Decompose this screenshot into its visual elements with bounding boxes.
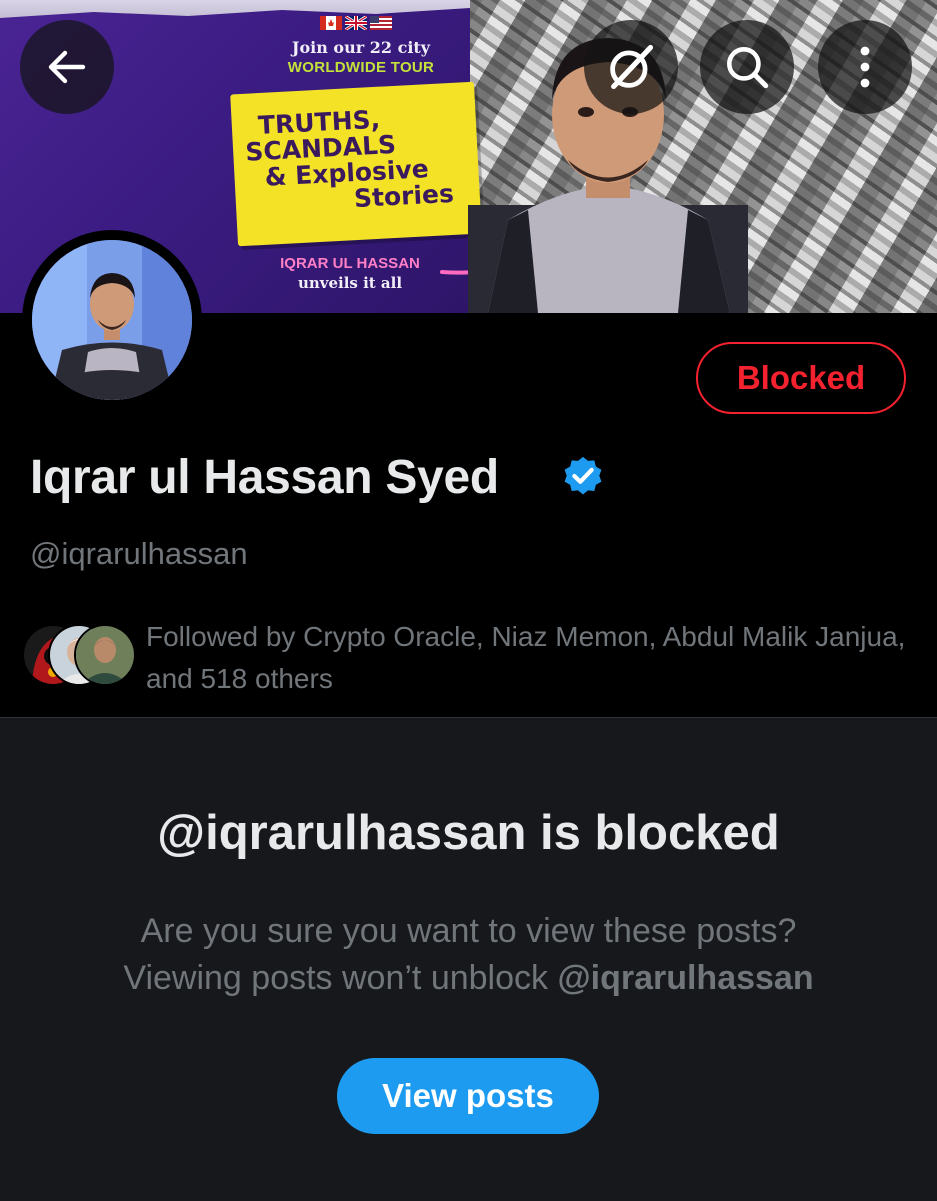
search-icon [727,47,769,89]
follower-avatar [74,624,136,686]
view-posts-button[interactable]: View posts [337,1058,599,1134]
usa-flag-icon [370,16,392,30]
more-options-button[interactable] [818,20,912,114]
more-vertical-icon [860,46,870,88]
arrow-left-icon [48,50,86,84]
avatar-photo [32,240,192,400]
uk-flag-icon [345,16,367,30]
avatar[interactable] [32,240,192,400]
tour-line-2: WORLDWIDE TOUR [287,59,435,76]
followers-avatar-stack[interactable] [22,624,136,686]
display-name: Iqrar ul Hassan Syed [30,451,499,504]
promo-subtitle: unveils it all [297,274,403,292]
profile-handle: @iqrarulhassan [30,536,248,571]
blocked-title: @iqrarulhassan is blocked [157,806,780,860]
grok-icon [610,44,654,90]
search-button[interactable] [700,20,794,114]
blocked-message-line2-text: Viewing posts won’t unblock [123,959,558,997]
grok-button[interactable] [584,20,678,114]
back-button[interactable] [20,20,114,114]
verified-badge-icon[interactable] [560,454,606,500]
canada-flag-icon [320,16,342,30]
blocked-message: Are you sure you want to view these post… [0,908,937,1002]
promo-name: IQRAR UL HASSAN [280,255,420,272]
tour-line-1: Join our 22 city [291,38,431,57]
blocked-message-line1: Are you sure you want to view these post… [140,912,797,950]
country-flags [320,16,392,30]
blocked-message-line2: Viewing posts won’t unblock @iqrarulhass… [0,955,937,1002]
followed-by-text[interactable]: Followed by Crypto Oracle, Niaz Memon, A… [146,616,926,700]
blocked-button[interactable]: Blocked [696,342,906,414]
blocked-message-handle: @iqrarulhassan [557,959,814,997]
banner-headline: TRUTHS, SCANDALS & Explosive Stories [237,102,472,218]
